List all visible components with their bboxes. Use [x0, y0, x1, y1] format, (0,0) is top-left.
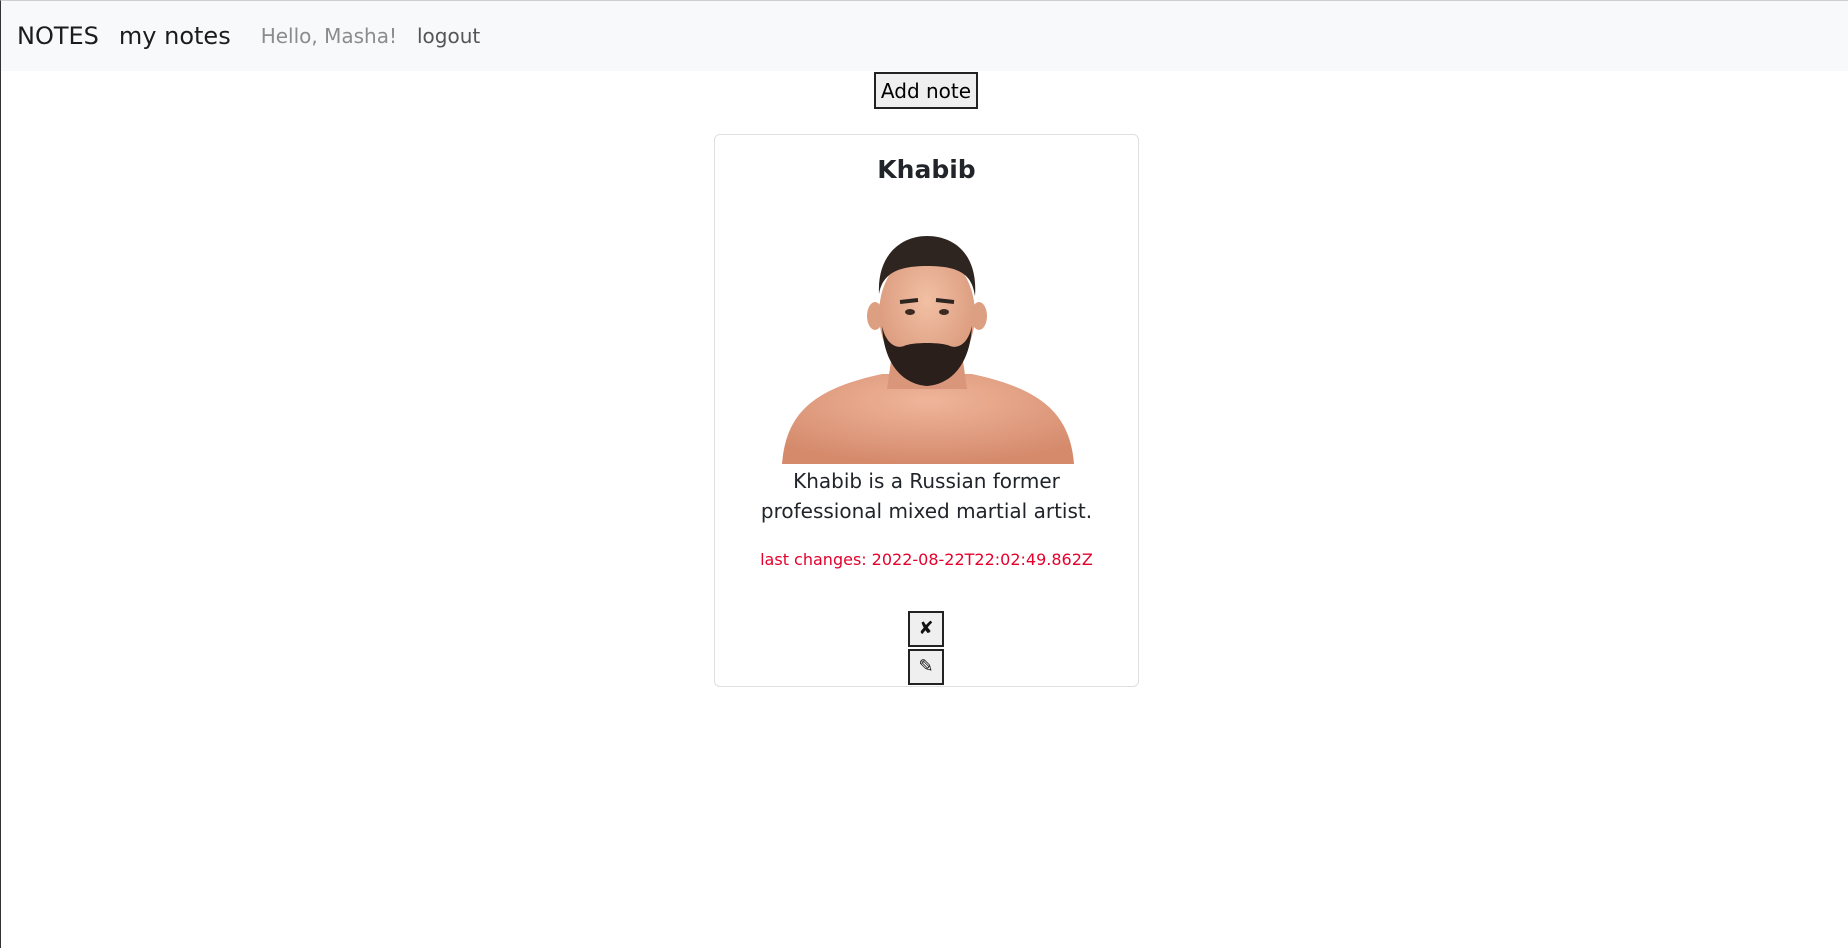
- my-notes-link[interactable]: my notes: [119, 22, 231, 50]
- brand-link[interactable]: NOTES: [17, 22, 99, 50]
- note-card: Khabib Khabib is a Russian former profes…: [714, 134, 1139, 687]
- delete-button[interactable]: ✘: [908, 611, 944, 647]
- note-photo: [781, 236, 1074, 464]
- logout-link[interactable]: logout: [417, 24, 480, 48]
- edit-button[interactable]: ✎: [908, 649, 944, 685]
- last-changes: last changes: 2022-08-22T22:02:49.862Z: [715, 550, 1138, 569]
- note-text: Khabib is a Russian former professional …: [760, 469, 1093, 523]
- navbar: NOTES my notes Hello, Masha! logout: [1, 1, 1848, 71]
- greeting-text: Hello, Masha!: [260, 24, 397, 48]
- note-title: Khabib: [877, 155, 976, 184]
- last-changes-label: last changes:: [760, 550, 867, 569]
- last-changes-value: 2022-08-22T22:02:49.862Z: [871, 550, 1093, 569]
- pencil-icon: ✎: [918, 656, 934, 677]
- close-icon: ✘: [918, 618, 934, 639]
- add-note-button[interactable]: Add note: [874, 72, 978, 109]
